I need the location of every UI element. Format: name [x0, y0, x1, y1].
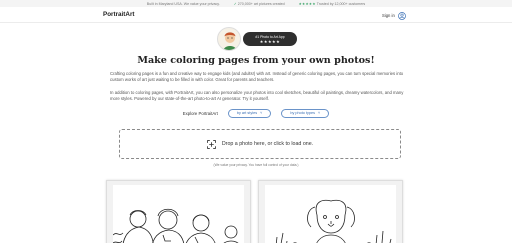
signin-link[interactable]: Sign in [382, 13, 395, 18]
sample-coloring-page-puppy [258, 180, 403, 243]
announcement-trust: ★★★★★ Trusted by 12,000+ customers [298, 1, 366, 6]
rating-stars: ★★★★★ [298, 1, 316, 6]
avatar [217, 27, 241, 51]
puppy-line-art [275, 199, 392, 243]
award-badge: #1 Photo to Art App ★★★★★ [217, 27, 299, 51]
upload-icon [207, 139, 216, 149]
announcement-bar: Built in Maryland USA. We value your pri… [0, 0, 512, 7]
chevron-down-icon: ˅ [260, 111, 263, 115]
site-logo[interactable]: PortraitArt [103, 11, 135, 18]
chevron-down-icon: ˅ [318, 111, 321, 115]
site-header: PortraitArt Sign in [0, 8, 512, 22]
explore-row: Explore PortraitArt by art styles ˅ by p… [0, 107, 512, 119]
photo-dropzone[interactable]: Drop a photo here, or click to load one. [119, 129, 401, 159]
header-divider [0, 22, 512, 23]
explore-label: Explore PortraitArt [182, 110, 218, 116]
award-stars: ★★★★★ [259, 38, 281, 44]
dropzone-text: Drop a photo here, or click to load one. [221, 141, 314, 147]
privacy-note: (We value your privacy. You have full co… [213, 163, 299, 167]
family-line-art [113, 208, 239, 243]
announcement-art-count: ✓ 270,000+ art pictures created [233, 1, 285, 6]
page-title: Make coloring pages from your own photos… [137, 55, 375, 66]
award-pill: #1 Photo to Art App ★★★★★ [243, 32, 297, 46]
portrait-illustration [223, 32, 237, 50]
styles-paragraph: In addition to coloring pages, with Port… [110, 90, 404, 102]
intro-paragraph: Crafting coloring pages is a fun and cre… [110, 71, 404, 83]
sample-coloring-page-family [106, 180, 251, 243]
user-icon[interactable] [398, 11, 406, 20]
art-styles-dropdown[interactable]: by art styles ˅ [227, 108, 272, 118]
photo-types-dropdown[interactable]: by photo types ˅ [281, 108, 330, 118]
announcement-privacy: Built in Maryland USA. We value your pri… [146, 1, 220, 6]
check-icon: ✓ [233, 1, 237, 6]
